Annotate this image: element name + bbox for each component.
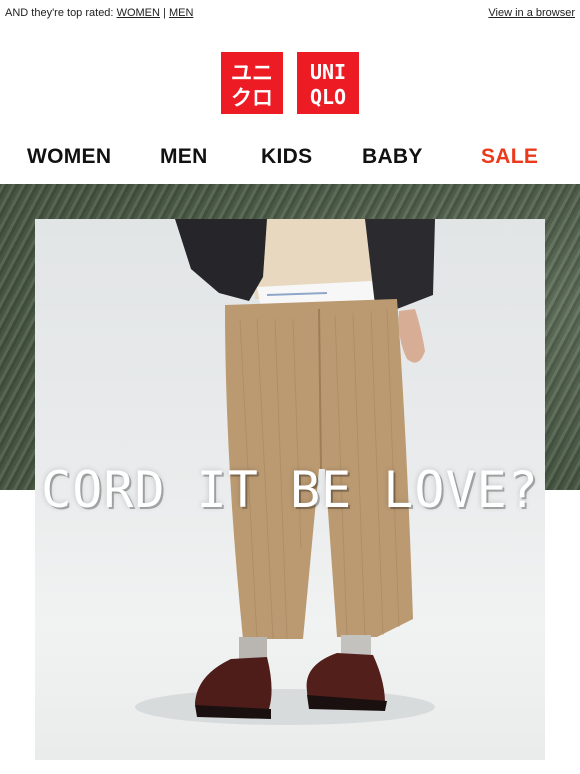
logo-kana-bottom: クロ [231, 86, 273, 110]
preheader-bar: AND they're top rated: WOMEN | MEN View … [0, 0, 580, 26]
preheader-separator: | [163, 7, 166, 19]
nav-kids[interactable]: KIDS [261, 140, 312, 174]
preheader-women-link[interactable]: WOMEN [117, 7, 160, 19]
preheader-text: AND they're top rated: [5, 7, 114, 19]
logo-latin-block: UNI QLO [297, 52, 359, 114]
nav-men[interactable]: MEN [160, 140, 208, 174]
preheader-left: AND they're top rated: WOMEN | MEN [5, 0, 193, 26]
nav-women[interactable]: WOMEN [27, 140, 111, 174]
nav-sale[interactable]: SALE [481, 140, 538, 174]
logo-kana-block: ユニ クロ [221, 52, 283, 114]
hero-headline: CORD IT BE LOVE? [41, 461, 539, 519]
preheader-men-link[interactable]: MEN [169, 7, 193, 19]
view-in-browser-link[interactable]: View in a browser [488, 0, 575, 26]
logo-latin-bottom: QLO [310, 85, 346, 109]
uniqlo-logo[interactable]: ユニ クロ UNI QLO [221, 52, 359, 114]
logo-latin-top: UNI [310, 60, 346, 84]
logo-kana-top: ユニ [231, 61, 273, 85]
main-nav: WOMEN MEN KIDS BABY SALE [0, 140, 580, 174]
nav-baby[interactable]: BABY [362, 140, 423, 174]
